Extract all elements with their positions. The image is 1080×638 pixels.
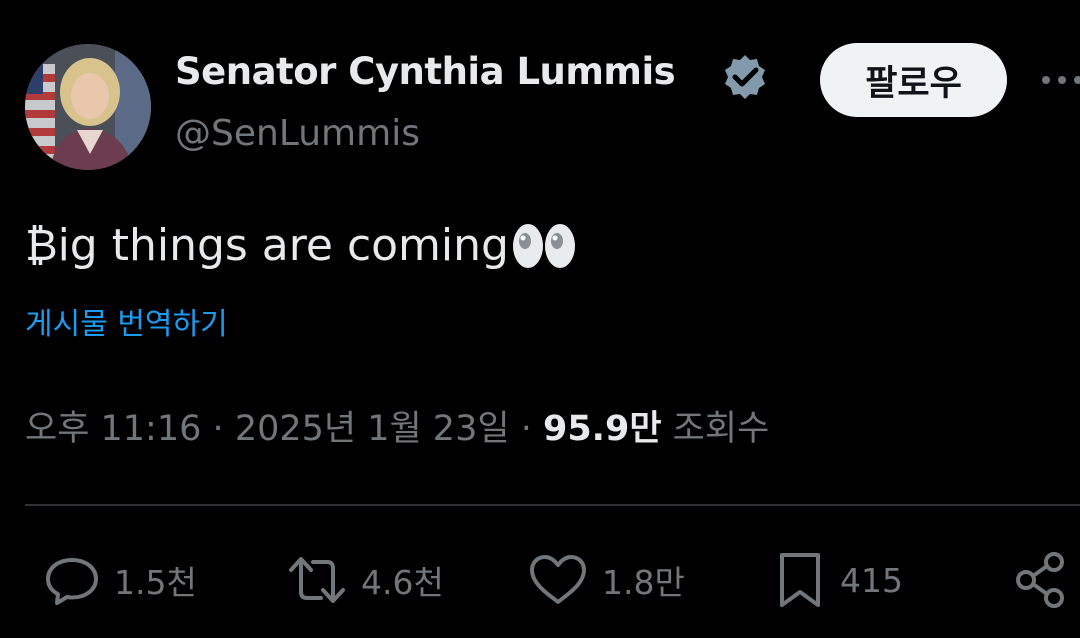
reply-icon xyxy=(46,558,98,605)
views-count: 95.9만 xyxy=(542,409,662,449)
user-handle[interactable]: @SenLummis xyxy=(175,113,420,154)
reply-count: 1.5천 xyxy=(114,563,197,602)
translate-post-link[interactable]: 게시물 번역하기 xyxy=(25,299,228,343)
meta-separator: · xyxy=(212,409,224,449)
more-horizontal-icon[interactable] xyxy=(1038,60,1080,100)
bookmark-button[interactable]: 415 xyxy=(772,548,903,612)
avatar[interactable] xyxy=(25,44,151,170)
post-date[interactable]: 2025년 1월 23일 xyxy=(235,409,510,449)
share-icon xyxy=(1016,552,1064,608)
retweet-icon xyxy=(289,557,345,603)
follow-button[interactable]: 팔로우 xyxy=(820,43,1007,117)
retweet-count: 4.6천 xyxy=(361,563,444,602)
post-time[interactable]: 오후 11:16 xyxy=(25,409,201,449)
verified-badge-icon xyxy=(720,52,770,102)
share-button[interactable] xyxy=(1012,548,1072,612)
avatar-photo xyxy=(25,44,151,170)
tweet-card: Senator Cynthia Lummis @SenLummis 팔로우 ₿i… xyxy=(0,0,1080,638)
display-name[interactable]: Senator Cynthia Lummis xyxy=(175,50,676,93)
views-label: 조회수 xyxy=(672,409,770,449)
divider xyxy=(25,504,1080,506)
reply-button[interactable]: 1.5천 xyxy=(42,548,197,612)
bookmark-icon xyxy=(780,553,820,607)
like-count: 1.8만 xyxy=(602,563,685,602)
like-button[interactable]: 1.8만 xyxy=(526,548,685,612)
eyes-emoji xyxy=(511,221,577,271)
meta-separator: · xyxy=(520,409,532,449)
bookmark-count: 415 xyxy=(840,560,903,600)
retweet-button[interactable]: 4.6천 xyxy=(285,548,444,612)
tweet-meta: 오후 11:16 · 2025년 1월 23일 · 95.9만 조회수 xyxy=(25,400,769,451)
tweet-body: ₿ig things are coming xyxy=(25,220,509,271)
heart-icon xyxy=(530,555,586,604)
tweet-text: ₿ig things are coming xyxy=(25,220,577,271)
